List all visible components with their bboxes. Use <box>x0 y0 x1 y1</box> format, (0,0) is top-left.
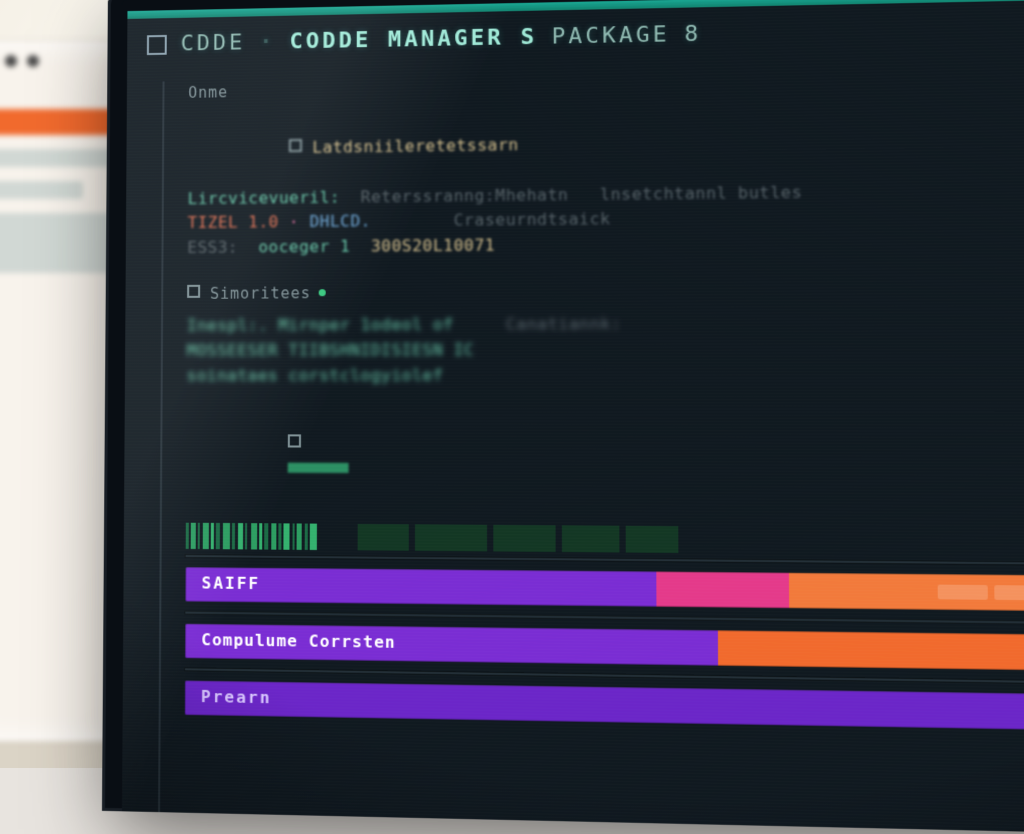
divider-line <box>186 555 1024 565</box>
code-token: DHLCD. <box>309 212 371 232</box>
line-marker-icon <box>289 139 302 152</box>
title-suffix: PACKAGE <box>552 22 670 50</box>
app-screen: CDDE · CODDE MANAGER S PACKAGE 8 Onme La… <box>122 0 1024 833</box>
code-token: Inespl:. Mirnper 1odeol of <box>187 315 454 335</box>
code-token: MOSSEESER TIIBSHNIDISIESN IC <box>187 340 475 360</box>
code-token: Lircvicevueril: <box>188 187 341 208</box>
status-bar-pean[interactable]: Prearn <box>185 680 1024 730</box>
section-name-label: Onme <box>188 67 1024 105</box>
inline-progress-row <box>186 407 1024 512</box>
title-prefix: CDDE <box>181 30 246 56</box>
section-matrices-label: Simoritees <box>187 278 1024 306</box>
code-line: MOSSEESER TIIBSHNIDISIESN IC <box>187 336 1024 363</box>
code-token: Craseurndtsaick <box>454 209 611 230</box>
status-bar-label: Compulume Corrsten <box>201 628 396 656</box>
activity-barcode <box>186 523 1024 556</box>
code-token: ooceger 1 <box>258 237 350 257</box>
status-bar-label: Prearn <box>201 685 272 711</box>
code-token: 300S20L10071 <box>371 236 495 256</box>
laptop-frame: CDDE · CODDE MANAGER S PACKAGE 8 Onme La… <box>102 0 1024 834</box>
status-bar-saiff[interactable]: SAIFF <box>185 567 1024 611</box>
status-bars: SAIFF Compulume Corrsten Prearn <box>185 567 1024 730</box>
status-bar-tail <box>938 584 1024 600</box>
title-main: CODDE MANAGER S <box>289 25 537 55</box>
window-menu-icon[interactable] <box>147 34 167 54</box>
code-token: Latdsniileretetssarn <box>312 135 518 157</box>
code-token: TIZEL 1.0 <box>187 213 278 233</box>
bg-control-dot <box>27 55 39 67</box>
bg-control-dot <box>5 55 17 67</box>
code-token: ESS3: <box>187 238 238 257</box>
status-chip <box>994 585 1024 600</box>
title-trailer: 8 <box>684 22 701 48</box>
line-marker-icon <box>187 285 200 298</box>
mini-progress <box>288 463 349 473</box>
matrices-label-text: Simoritees <box>210 284 311 303</box>
code-token: soinataes corstclogyiolef <box>187 365 444 384</box>
status-chip <box>938 584 988 599</box>
code-line: soinataes corstclogyiolef <box>187 362 1024 388</box>
code-token: Canatiannk: <box>506 314 622 334</box>
divider-line <box>185 668 1024 683</box>
status-bar-label: SAIFF <box>201 572 260 598</box>
code-token: Reterssranng:Mhehatn <box>361 185 569 206</box>
code-token: · <box>289 212 299 231</box>
status-dot-icon <box>319 289 326 296</box>
status-bar-compile[interactable]: Compulume Corrsten <box>185 624 1024 671</box>
code-line: Latdsniileretetssarn <box>188 100 1024 187</box>
code-token: lnsetchtannl butles <box>600 182 802 204</box>
desk-background: CDDE · CODDE MANAGER S PACKAGE 8 Onme La… <box>0 0 1024 768</box>
editor-body[interactable]: Onme Latdsniileretetssarn Lircvicevueril… <box>123 50 1024 730</box>
line-marker-icon <box>288 435 301 448</box>
code-line: Inespl:. Mirnper 1odeol of Canatiannk: <box>187 310 1024 339</box>
bg-blur-row <box>0 181 83 199</box>
divider-line <box>185 611 1024 623</box>
title-separator: · <box>259 30 275 55</box>
